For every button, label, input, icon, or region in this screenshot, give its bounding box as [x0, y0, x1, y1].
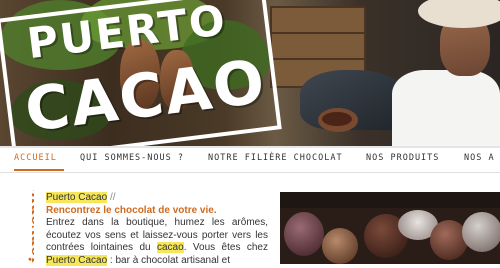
photo-top-strip: [280, 192, 500, 208]
body-text-part: : bar à chocolat artisanal et: [107, 254, 231, 266]
body-text-part: . Vous êtes chez: [183, 242, 268, 254]
hero-banner: Puerto Cacao: [0, 0, 500, 146]
nav-item-accueil[interactable]: ACCUEIL: [14, 153, 57, 163]
nav-item-nos-produits[interactable]: NOS PRODUITS: [366, 153, 439, 163]
keyword-brand: Puerto Cacao: [46, 254, 108, 266]
active-tab-underline: [14, 169, 64, 171]
chocolate-piece: [284, 212, 324, 256]
tagline: Rencontrez le chocolat de votre vie.: [46, 204, 217, 216]
chocolate-photo: [280, 192, 500, 264]
intro-text: Puerto Cacao // Rencontrez le chocolat d…: [46, 192, 268, 268]
nav-item-nos-a[interactable]: NOS A: [464, 153, 495, 163]
main-nav: ACCUEIL QUI SOMMES-NOUS ? NOTRE FILIÈRE …: [0, 148, 500, 173]
welcome-heading: Bienvenue: [14, 190, 34, 264]
farmer-hat: [418, 0, 500, 28]
nav-item-filiere-chocolat[interactable]: NOTRE FILIÈRE CHOCOLAT: [208, 153, 343, 163]
nav-item-qui-sommes-nous[interactable]: QUI SOMMES-NOUS ?: [80, 153, 184, 163]
chocolate-piece: [322, 228, 358, 264]
brand-line: Puerto Cacao //: [46, 192, 268, 205]
chocolate-piece: [462, 212, 500, 252]
separator: //: [109, 192, 116, 203]
logo-stamp[interactable]: Puerto Cacao: [0, 0, 282, 146]
keyword-cacao: cacao: [157, 242, 184, 254]
farmer-shirt: [392, 70, 500, 146]
body-paragraph: Entrez dans la boutique, humez les arôme…: [46, 217, 268, 267]
cacao-beans: [322, 112, 352, 126]
brand-name: Puerto Cacao: [46, 192, 108, 203]
welcome-heading-text: Bienvenue: [25, 190, 34, 264]
